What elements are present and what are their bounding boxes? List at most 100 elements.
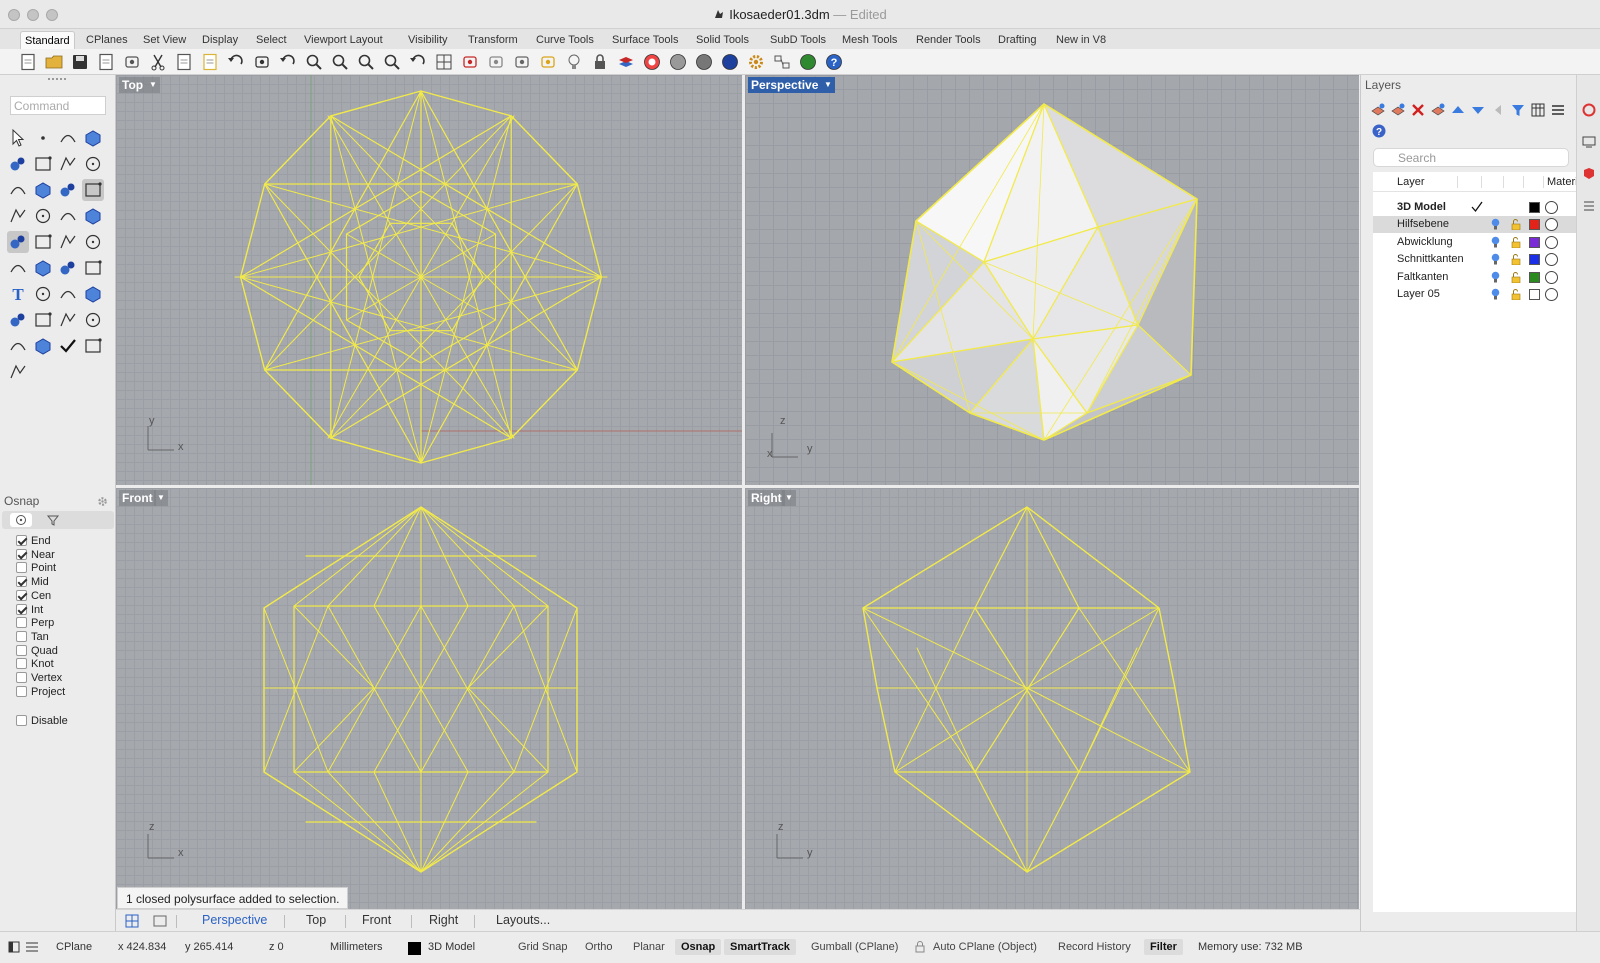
layer-color-swatch[interactable] xyxy=(1529,219,1540,231)
pan-hand-icon[interactable] xyxy=(252,52,272,72)
auto-cplane-toggle[interactable]: Auto CPlane (Object) xyxy=(933,941,1037,953)
four-viewports-icon[interactable] xyxy=(125,914,139,928)
viewport-top-label[interactable]: Top xyxy=(119,77,147,93)
layer-row[interactable]: Schnittkanten xyxy=(1373,251,1577,268)
layer-color-swatch[interactable] xyxy=(1529,289,1540,300)
layers-col-layer[interactable]: Layer xyxy=(1397,176,1425,188)
tab-viewport-layout[interactable]: Viewport Layout xyxy=(300,31,387,49)
status-layer-swatch[interactable] xyxy=(408,942,421,955)
trim-tool-icon[interactable] xyxy=(57,231,79,253)
text-tool-icon[interactable]: T xyxy=(7,283,29,305)
planar-toggle[interactable]: Planar xyxy=(633,941,665,953)
osnap-filter-icon[interactable] xyxy=(46,513,60,527)
plane-icon[interactable] xyxy=(486,52,506,72)
layer-unlocked-icon[interactable] xyxy=(1511,219,1521,231)
tab-cplanes[interactable]: CPlanes xyxy=(82,31,132,49)
gumball-toggle[interactable]: Gumball (CPlane) xyxy=(811,941,898,953)
layer-material-icon[interactable] xyxy=(1545,218,1558,232)
car-icon[interactable] xyxy=(460,52,480,72)
layer-color-swatch[interactable] xyxy=(1529,271,1540,283)
import-icon[interactable] xyxy=(122,52,142,72)
osnap-knot-checkbox[interactable] xyxy=(16,658,27,670)
plane-surface-tool-icon[interactable] xyxy=(82,205,104,227)
select-arrow-tool-icon[interactable] xyxy=(7,127,29,149)
move-layer-down-icon[interactable] xyxy=(1470,102,1486,118)
layer-name[interactable]: Faltkanten xyxy=(1397,269,1448,286)
filter-toggle[interactable]: Filter xyxy=(1144,939,1183,955)
tab-new-in-v8[interactable]: New in V8 xyxy=(1052,31,1110,49)
paste-icon[interactable] xyxy=(200,52,220,72)
osnap-cen-row[interactable]: Cen xyxy=(16,589,51,604)
osnap-tan-checkbox[interactable] xyxy=(16,630,27,642)
tab-subd-tools[interactable]: SubD Tools xyxy=(766,31,830,49)
layer-color-swatch[interactable] xyxy=(1529,254,1540,266)
osnap-quad-checkbox[interactable] xyxy=(16,644,27,656)
join-tool-icon[interactable] xyxy=(57,257,79,279)
tab-surface-tools[interactable]: Surface Tools xyxy=(608,31,682,49)
layers-icon[interactable] xyxy=(616,52,636,72)
circle-tool-icon[interactable] xyxy=(7,153,29,175)
array-tool-icon[interactable] xyxy=(57,283,79,305)
osnap-toggle[interactable]: Osnap xyxy=(675,939,722,955)
osnap-near-checkbox[interactable] xyxy=(16,548,27,560)
circle-target-icon[interactable] xyxy=(512,52,532,72)
render-tool-icon[interactable] xyxy=(82,335,104,357)
layer-color-swatch[interactable] xyxy=(1529,202,1540,213)
columns-icon[interactable] xyxy=(1530,102,1546,118)
layer-name[interactable]: 3D Model xyxy=(1397,199,1446,216)
filter-icon[interactable] xyxy=(1510,102,1526,118)
group-tool-icon[interactable] xyxy=(32,257,54,279)
status-current-layer[interactable]: 3D Model xyxy=(428,941,475,953)
check-tool-icon[interactable] xyxy=(57,335,79,357)
record-history-toggle[interactable]: Record History xyxy=(1058,941,1131,953)
rotate-view-icon[interactable] xyxy=(278,52,298,72)
box-tool-icon[interactable] xyxy=(7,205,29,227)
tab-standard[interactable]: Standard xyxy=(20,31,75,49)
osnap-near-row[interactable]: Near xyxy=(16,548,55,563)
help-icon[interactable]: ? xyxy=(824,52,844,72)
fillet-curve-tool-icon[interactable] xyxy=(32,179,54,201)
rotate-icon[interactable] xyxy=(408,52,428,72)
layer-material-icon[interactable] xyxy=(1545,270,1558,284)
status-cplane[interactable]: CPlane xyxy=(56,941,92,953)
osnap-mid-row[interactable]: Mid xyxy=(16,576,49,590)
new-file-icon[interactable] xyxy=(18,52,38,72)
undo-icon[interactable] xyxy=(226,52,246,72)
wireframe-sphere-icon[interactable] xyxy=(694,52,714,72)
osnap-mid-checkbox[interactable] xyxy=(16,576,27,588)
cut-icon[interactable] xyxy=(148,52,168,72)
boolean-tool-icon[interactable] xyxy=(7,257,29,279)
dimension-tool-icon[interactable] xyxy=(32,283,54,305)
align-tool-icon[interactable] xyxy=(82,309,104,331)
collapse-icon[interactable] xyxy=(1490,102,1506,118)
osnap-vertex-row[interactable]: Vertex xyxy=(16,672,62,686)
layer-row[interactable]: 3D Model xyxy=(1373,199,1577,216)
solid-tool-icon[interactable] xyxy=(7,309,29,331)
layer-material-icon[interactable] xyxy=(1430,102,1446,118)
osnap-knot-row[interactable]: Knot xyxy=(16,658,54,672)
sphere-group-tool-icon[interactable] xyxy=(32,205,54,227)
viewport-right-label[interactable]: Right xyxy=(748,490,785,506)
layer-name[interactable]: Layer 05 xyxy=(1397,286,1440,303)
tab-mesh-tools[interactable]: Mesh Tools xyxy=(838,31,901,49)
rectangle-tool-icon[interactable] xyxy=(82,153,104,175)
layer-row[interactable]: Faltkanten xyxy=(1373,269,1577,286)
arc-tool-icon[interactable] xyxy=(7,179,29,201)
layer-material-icon[interactable] xyxy=(1545,235,1558,249)
layer-material-icon[interactable] xyxy=(1545,201,1558,214)
osnap-cen-checkbox[interactable] xyxy=(16,589,27,601)
split-tool-icon[interactable] xyxy=(82,231,104,253)
rendered-sphere-icon[interactable] xyxy=(720,52,740,72)
menu-icon[interactable] xyxy=(1550,102,1566,118)
viewport-tab-front[interactable]: Front xyxy=(362,913,391,927)
explode-tool-icon[interactable] xyxy=(32,231,54,253)
tab-select[interactable]: Select xyxy=(252,31,291,49)
layer-row[interactable]: Layer 05 xyxy=(1373,286,1577,303)
edit-tool-icon[interactable] xyxy=(82,283,104,305)
viewport-perspective-menu-icon[interactable]: ▼ xyxy=(821,77,835,93)
viewport-perspective-label[interactable]: Perspective xyxy=(748,77,822,93)
osnap-tan-row[interactable]: Tan xyxy=(16,630,49,645)
layer-row[interactable]: Hilfsebene xyxy=(1373,216,1577,234)
osnap-perp-checkbox[interactable] xyxy=(16,617,27,629)
viewport-perspective[interactable]: Perspective ▼ z y x xyxy=(745,75,1359,485)
